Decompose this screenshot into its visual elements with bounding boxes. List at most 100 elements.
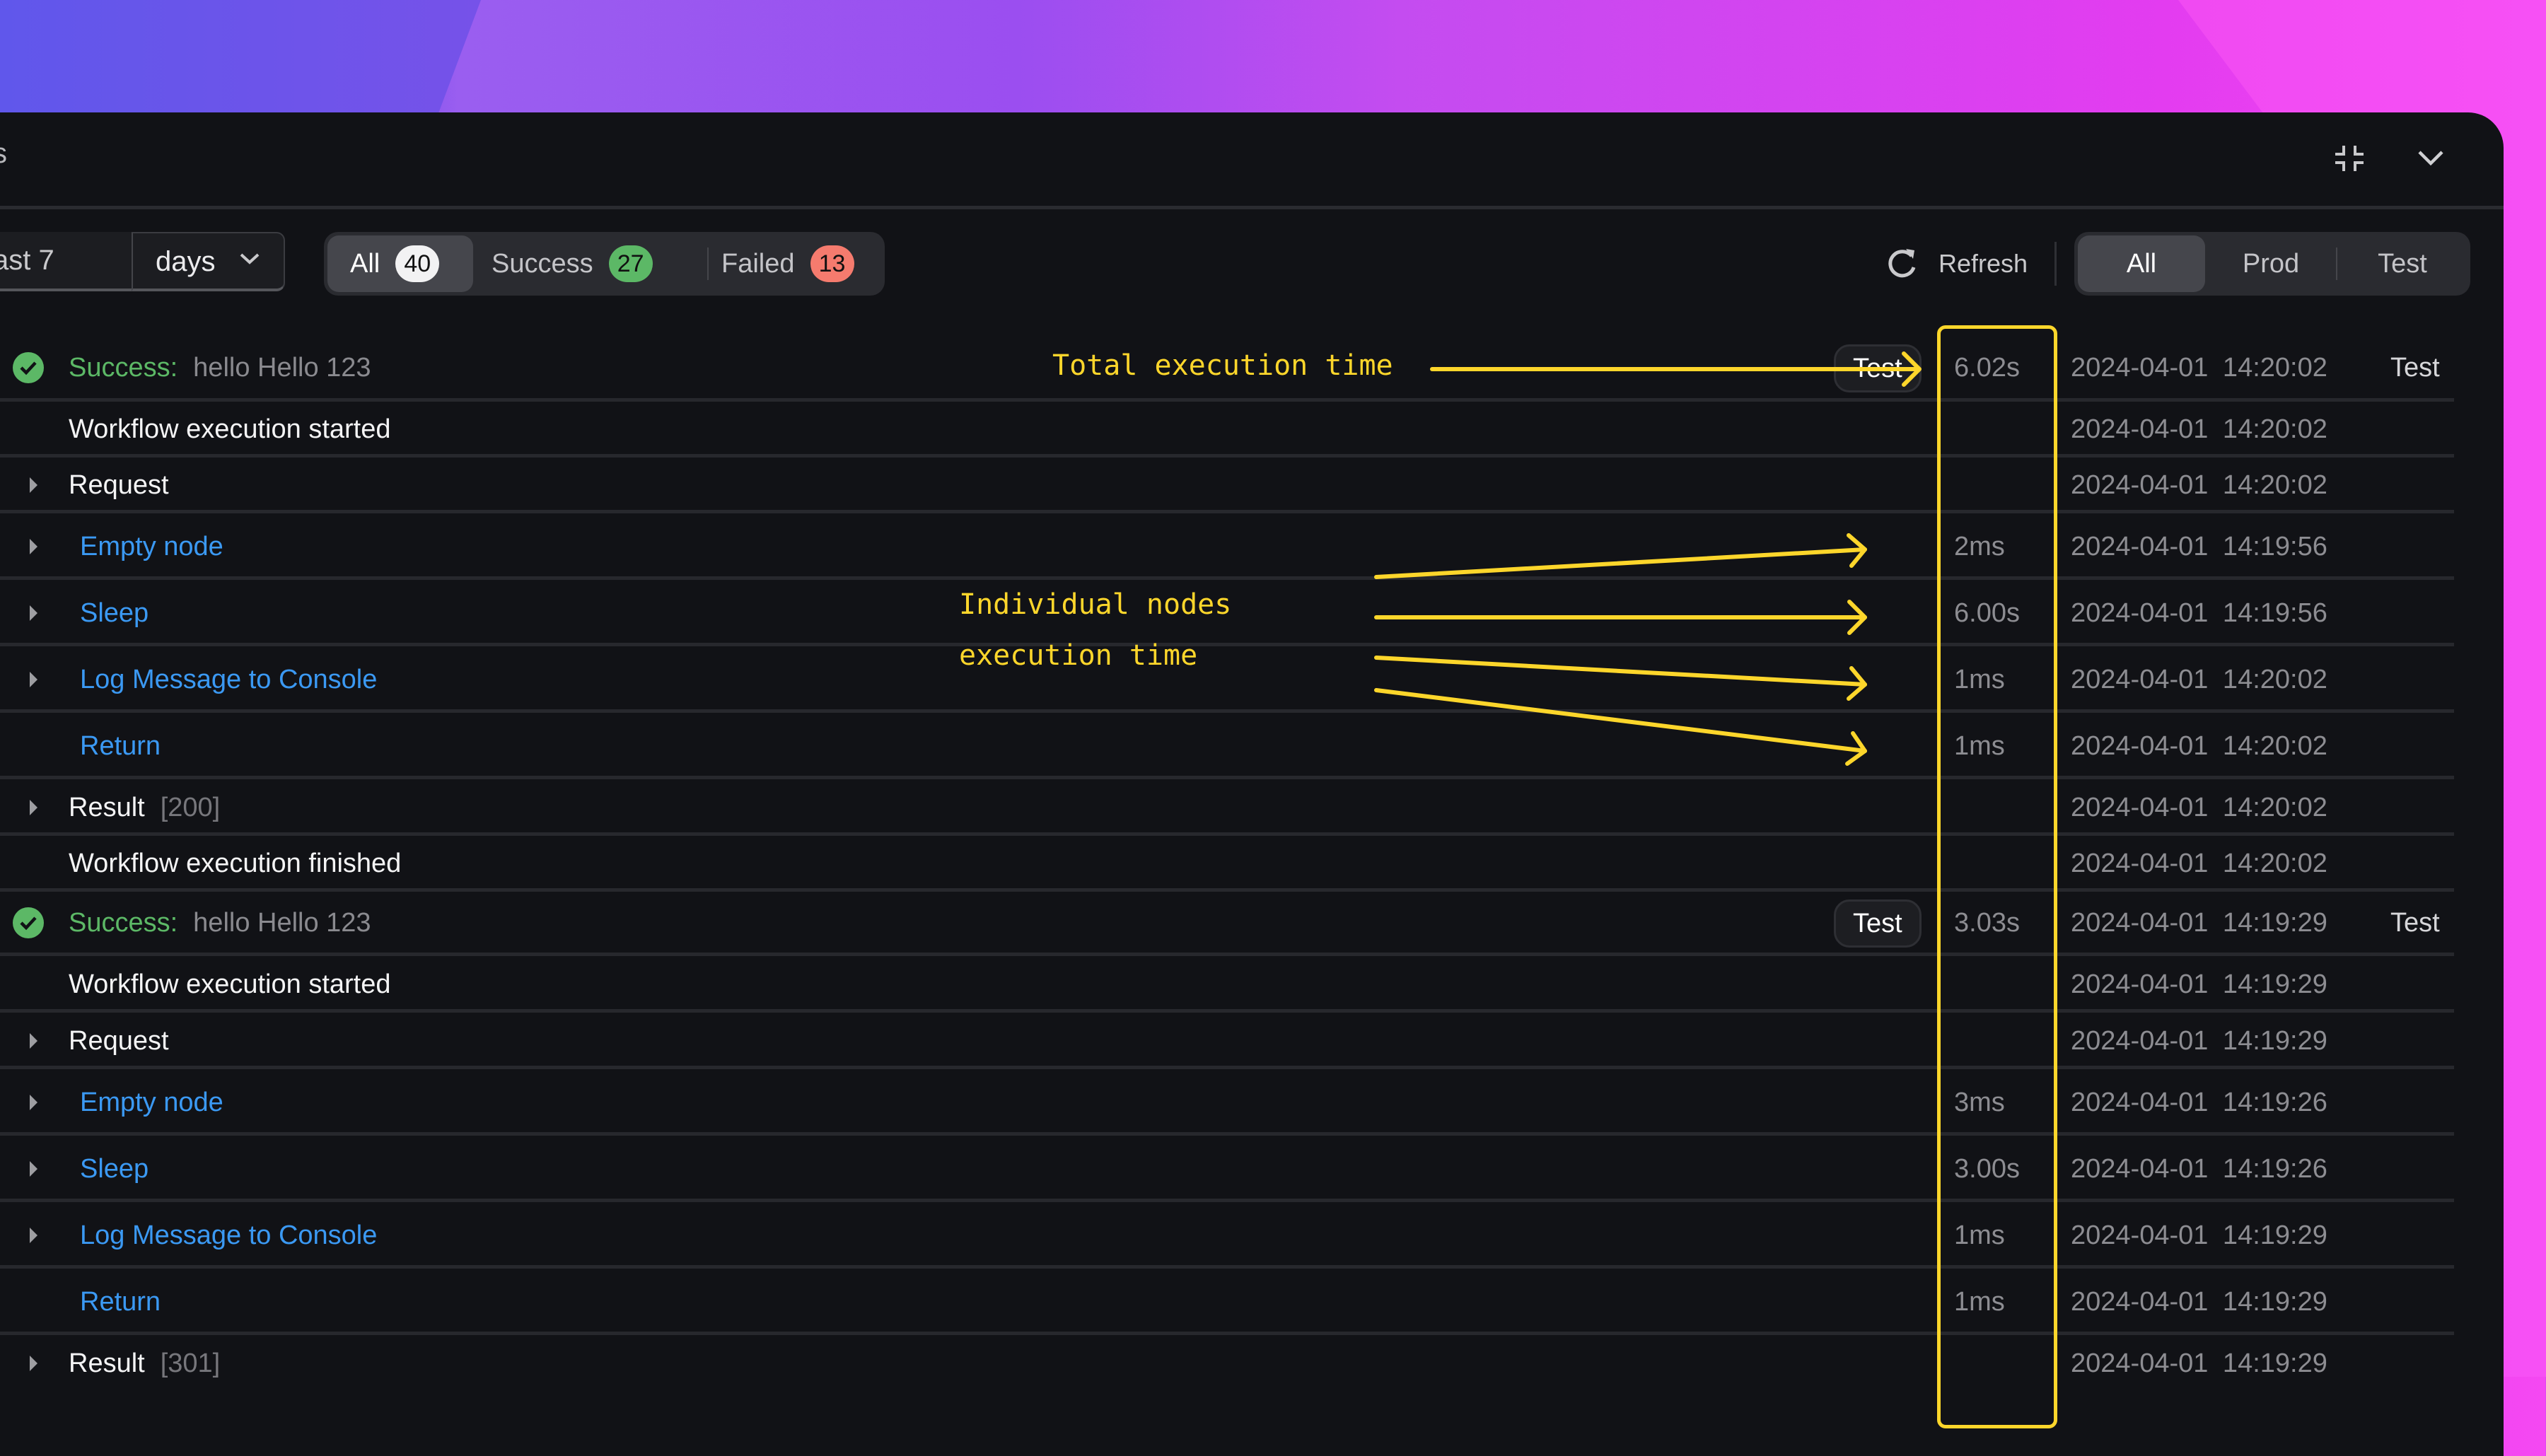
event-label: Workflow execution started — [69, 414, 391, 444]
result-status-code: [200] — [160, 793, 221, 822]
chevron-down-icon — [240, 253, 260, 264]
log-row[interactable]: Request 2024-04-01 14:20:02 — [0, 458, 2454, 513]
event-timestamp: 2024-04-01 14:19:29 — [2071, 1026, 2327, 1056]
node-duration: 3ms — [1954, 1088, 2005, 1117]
caret-right-icon[interactable] — [30, 672, 37, 687]
refresh-icon — [1888, 249, 1916, 278]
runs-panel: s ast 7 days All 40 Success 27 Failed 13… — [0, 112, 2504, 1456]
node-link[interactable]: Sleep — [80, 598, 149, 629]
env-badge: Test — [1834, 899, 1922, 948]
env-badge: Test — [1834, 344, 1922, 392]
node-duration: 3.00s — [1954, 1154, 2020, 1184]
node-row[interactable]: Return 1ms 2024-04-01 14:19:29 — [0, 1269, 2454, 1335]
segment-divider — [707, 247, 709, 280]
event-timestamp: 2024-04-01 14:20:02 — [2071, 470, 2327, 500]
run-environment: Test — [2390, 353, 2440, 383]
log-row[interactable]: Result [200] 2024-04-01 14:20:02 — [0, 779, 2454, 836]
panel-title: s — [0, 138, 7, 169]
expand-toggle-button[interactable] — [2406, 135, 2455, 182]
event-label: Result — [69, 793, 145, 822]
run-duration: 6.02s — [1954, 353, 2020, 383]
success-check-icon — [13, 907, 44, 938]
node-link[interactable]: Empty node — [80, 1088, 223, 1118]
caret-right-icon[interactable] — [30, 1356, 37, 1371]
log-row[interactable]: Request 2024-04-01 14:19:29 — [0, 1013, 2454, 1069]
time-unit-value: days — [156, 246, 216, 277]
run-duration: 3.03s — [1954, 908, 2020, 938]
node-duration: 1ms — [1954, 665, 2005, 694]
success-check-icon — [13, 352, 44, 383]
node-row[interactable]: Sleep 3.00s 2024-04-01 14:19:26 — [0, 1136, 2454, 1202]
node-link[interactable]: Return — [80, 1287, 161, 1317]
chevron-down-icon — [2418, 151, 2443, 166]
count-badge-success: 27 — [608, 245, 653, 282]
node-row[interactable]: Return 1ms 2024-04-01 14:20:02 — [0, 713, 2454, 779]
run-timestamp: 2024-04-01 14:20:02 — [2071, 353, 2327, 383]
env-filter-prod[interactable]: Prod — [2207, 235, 2335, 292]
node-row[interactable]: Log Message to Console 1ms 2024-04-01 14… — [0, 646, 2454, 713]
node-link[interactable]: Empty node — [80, 532, 223, 562]
node-row[interactable]: Sleep 6.00s 2024-04-01 14:19:56 — [0, 580, 2454, 646]
status-filter: All 40 Success 27 Failed 13 — [324, 232, 885, 296]
run-timestamp: 2024-04-01 14:19:29 — [2071, 908, 2327, 938]
collapse-button[interactable] — [2325, 135, 2374, 182]
status-filter-failed-label: Failed — [721, 248, 795, 279]
refresh-button[interactable]: Refresh — [1885, 232, 2028, 296]
event-timestamp: 2024-04-01 14:20:02 — [2071, 793, 2327, 822]
log-row: Workflow execution started 2024-04-01 14… — [0, 956, 2454, 1013]
time-range-value: ast 7 — [0, 245, 54, 276]
time-unit-select[interactable]: days — [132, 232, 285, 291]
caret-right-icon[interactable] — [30, 605, 37, 621]
env-filter-test[interactable]: Test — [2339, 235, 2466, 292]
caret-right-icon[interactable] — [30, 539, 37, 554]
event-timestamp: 2024-04-01 14:19:29 — [2071, 969, 2327, 999]
run-status: Success: — [69, 353, 178, 383]
collapse-icon — [2335, 146, 2364, 171]
status-filter-success[interactable]: Success 27 — [492, 235, 704, 292]
caret-right-icon[interactable] — [30, 1095, 37, 1110]
node-link[interactable]: Return — [80, 731, 161, 762]
node-timestamp: 2024-04-01 14:20:02 — [2071, 731, 2327, 761]
node-row[interactable]: Empty node 3ms 2024-04-01 14:19:26 — [0, 1069, 2454, 1136]
status-filter-all-label: All — [350, 248, 380, 279]
env-filter-all[interactable]: All — [2078, 235, 2205, 292]
node-link[interactable]: Log Message to Console — [80, 1221, 377, 1251]
event-timestamp: 2024-04-01 14:19:29 — [2071, 1349, 2327, 1378]
node-duration: 1ms — [1954, 731, 2005, 761]
run-summary-row[interactable]: Success: hello Hello 123 Test 6.02s 2024-… — [0, 318, 2454, 402]
node-row[interactable]: Empty node 2ms 2024-04-01 14:19:56 — [0, 513, 2454, 580]
caret-right-icon[interactable] — [30, 477, 37, 493]
run-summary: hello Hello 123 — [193, 353, 371, 383]
segment-divider — [2336, 247, 2337, 280]
caret-right-icon[interactable] — [30, 1161, 37, 1177]
log-row[interactable]: Result [301] 2024-04-01 14:19:29 — [0, 1335, 2454, 1392]
event-label: Request — [69, 1026, 169, 1056]
time-range-input[interactable]: ast 7 — [0, 232, 132, 291]
log-row: Workflow execution finished 2024-04-01 1… — [0, 836, 2454, 892]
run-environment: Test — [2390, 908, 2440, 938]
toolbar: ast 7 days All 40 Success 27 Failed 13 R… — [0, 232, 2504, 296]
caret-right-icon[interactable] — [30, 800, 37, 815]
node-link[interactable]: Log Message to Console — [80, 665, 377, 695]
result-status-code: [301] — [160, 1349, 221, 1378]
event-label: Workflow execution finished — [69, 849, 402, 878]
run-summary-row[interactable]: Success: hello Hello 123 Test 3.03s 2024-… — [0, 892, 2454, 956]
caret-right-icon[interactable] — [30, 1033, 37, 1049]
node-timestamp: 2024-04-01 14:19:29 — [2071, 1221, 2327, 1250]
node-link[interactable]: Sleep — [80, 1154, 149, 1184]
node-duration: 1ms — [1954, 1287, 2005, 1317]
status-filter-failed[interactable]: Failed 13 — [713, 235, 883, 292]
count-badge-failed: 13 — [810, 245, 854, 282]
run-status: Success: — [69, 908, 178, 938]
node-timestamp: 2024-04-01 14:19:26 — [2071, 1154, 2327, 1184]
event-timestamp: 2024-04-01 14:20:02 — [2071, 849, 2327, 878]
caret-right-icon[interactable] — [30, 1228, 37, 1243]
event-timestamp: 2024-04-01 14:20:02 — [2071, 414, 2327, 444]
event-label: Workflow execution started — [69, 969, 391, 999]
status-filter-all[interactable]: All 40 — [327, 235, 473, 292]
node-timestamp: 2024-04-01 14:20:02 — [2071, 665, 2327, 694]
node-timestamp: 2024-04-01 14:19:56 — [2071, 532, 2327, 561]
environment-filter: All Prod Test — [2074, 232, 2470, 296]
node-row[interactable]: Log Message to Console 1ms 2024-04-01 14… — [0, 1202, 2454, 1269]
refresh-label: Refresh — [1938, 249, 2028, 278]
